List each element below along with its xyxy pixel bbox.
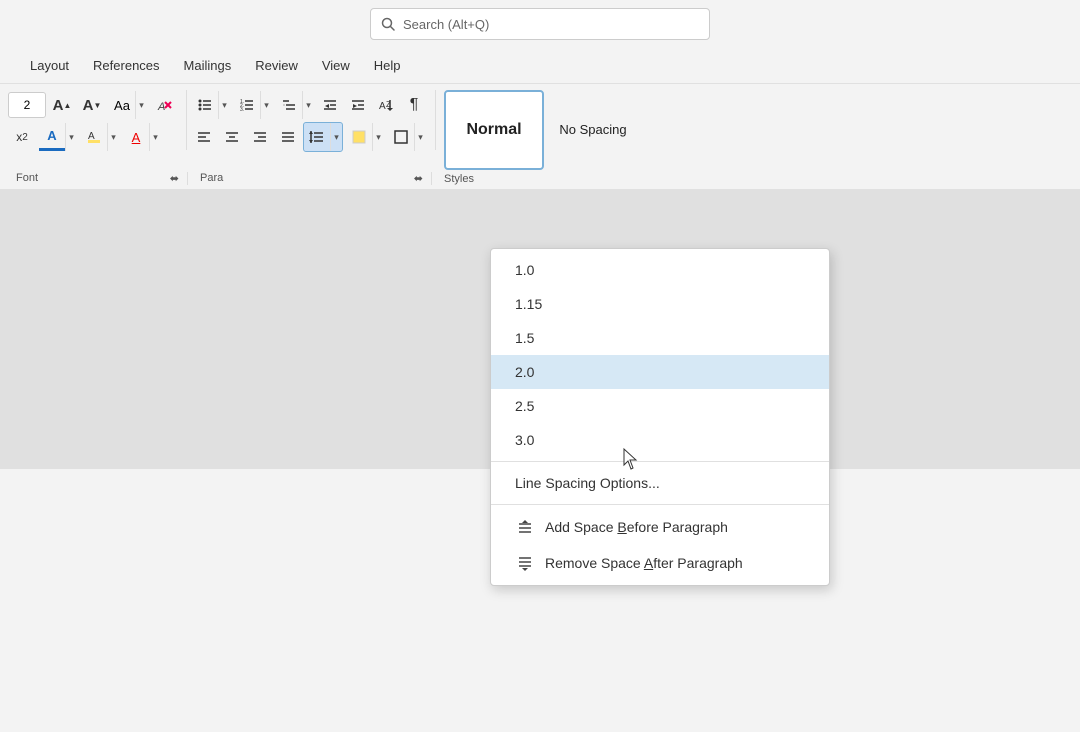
remove-space-after-item[interactable]: Remove Space After Paragraph [491, 545, 829, 581]
font-color-btn[interactable]: A ▾ [38, 122, 78, 152]
spacing-2-0[interactable]: 2.0 [491, 355, 829, 389]
decrease-font-btn[interactable]: A▼ [78, 92, 106, 118]
shading-btn[interactable]: ▾ [345, 122, 385, 152]
menu-item-layout[interactable]: Layout [20, 54, 79, 77]
font-size-input[interactable] [8, 92, 46, 118]
menu-item-view[interactable]: View [312, 54, 360, 77]
borders-btn[interactable]: ▾ [387, 122, 427, 152]
search-box[interactable]: Search (Alt+Q) [370, 8, 710, 40]
add-space-before-item[interactable]: Add Space Before Paragraph [491, 509, 829, 545]
spacing-3-0[interactable]: 3.0 [491, 423, 829, 457]
dropdown-divider-2 [491, 504, 829, 505]
font-section-label: Font ⬌ [8, 172, 188, 185]
spacing-1-15[interactable]: 1.15 [491, 287, 829, 321]
decrease-indent-btn[interactable] [317, 94, 343, 116]
underline-btn[interactable]: A ▾ [122, 122, 162, 152]
add-space-before-icon [515, 518, 535, 536]
svg-text:A: A [157, 101, 165, 113]
menu-item-review[interactable]: Review [245, 54, 308, 77]
increase-indent-btn[interactable] [345, 94, 371, 116]
style-nospacing-btn[interactable]: No Spacing [548, 90, 638, 170]
spacing-1-5[interactable]: 1.5 [491, 321, 829, 355]
spacing-2-5[interactable]: 2.5 [491, 389, 829, 423]
svg-text:3.: 3. [240, 107, 244, 113]
remove-space-after-icon [515, 554, 535, 572]
line-spacing-dropdown: 1.0 1.15 1.5 2.0 2.5 3.0 Line Spacing Op… [490, 248, 830, 586]
dropdown-divider-1 [491, 461, 829, 462]
style-normal-btn[interactable]: Normal [444, 90, 544, 170]
align-left-btn[interactable] [191, 126, 217, 148]
paragraph-expand-icon[interactable]: ⬌ [414, 172, 423, 185]
change-case-btn[interactable]: Aa ▾ [108, 90, 148, 120]
justify-btn[interactable] [275, 126, 301, 148]
title-bar: Search (Alt+Q) [0, 0, 1080, 48]
line-spacing-options-item[interactable]: Line Spacing Options... [491, 466, 829, 500]
styles-section-label: Styles [436, 173, 482, 185]
highlight-btn[interactable]: A ▾ [80, 122, 120, 152]
menu-item-help[interactable]: Help [364, 54, 411, 77]
remove-space-shortcut: A [644, 555, 653, 571]
search-placeholder: Search (Alt+Q) [403, 17, 489, 32]
numbered-list-btn[interactable]: 1.2.3. ▾ [233, 90, 273, 120]
search-icon [381, 17, 395, 31]
svg-text:A: A [88, 131, 95, 142]
ribbon: A▲ A▼ Aa ▾ A x2 A ▾ [0, 84, 1080, 189]
menu-item-mailings[interactable]: Mailings [174, 54, 242, 77]
menu-item-references[interactable]: References [83, 54, 169, 77]
menu-bar: Layout References Mailings Review View H… [0, 48, 1080, 84]
sort-btn[interactable]: AZ [373, 94, 399, 116]
align-right-btn[interactable] [247, 126, 273, 148]
clear-format-btn[interactable]: A [150, 92, 178, 118]
align-center-btn[interactable] [219, 126, 245, 148]
line-spacing-btn[interactable]: ▾ [303, 122, 343, 152]
svg-text:A: A [379, 101, 386, 112]
increase-font-btn[interactable]: A▲ [48, 92, 76, 118]
bullet-list-btn[interactable]: ▾ [191, 90, 231, 120]
superscript-btn[interactable]: x2 [8, 125, 36, 149]
spacing-1-0[interactable]: 1.0 [491, 253, 829, 287]
add-space-shortcut: B [617, 519, 626, 535]
multilevel-list-btn[interactable]: ▾ [275, 90, 315, 120]
font-expand-icon[interactable]: ⬌ [170, 172, 179, 185]
show-hide-btn[interactable]: ¶ [401, 94, 427, 116]
paragraph-section-label: Para ⬌ [192, 172, 432, 185]
